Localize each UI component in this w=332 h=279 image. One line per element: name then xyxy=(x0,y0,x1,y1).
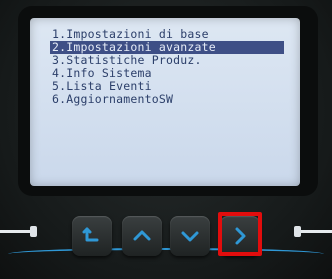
down-button[interactable] xyxy=(170,216,210,256)
inverter-panel: 1.Impostazioni di base 2.Impostazioni av… xyxy=(0,0,332,279)
chevron-right-icon xyxy=(235,227,246,245)
back-arrow-icon xyxy=(82,227,99,242)
main-menu: 1.Impostazioni di base 2.Impostazioni av… xyxy=(50,28,284,106)
back-button[interactable] xyxy=(72,216,112,256)
left-light-dot xyxy=(30,226,37,237)
chevron-up-icon xyxy=(133,230,151,241)
lcd-screen: 1.Impostazioni di base 2.Impostazioni av… xyxy=(30,18,300,186)
chevron-down-icon xyxy=(181,231,199,242)
right-light-dot xyxy=(294,226,301,237)
menu-item-aggiornamento-sw[interactable]: 6.AggiornamentoSW xyxy=(50,93,284,106)
blue-led-ring xyxy=(8,248,324,260)
left-light-guide xyxy=(0,230,30,233)
up-button[interactable] xyxy=(122,216,162,256)
right-light-guide xyxy=(300,230,332,233)
enter-button[interactable] xyxy=(220,216,260,256)
